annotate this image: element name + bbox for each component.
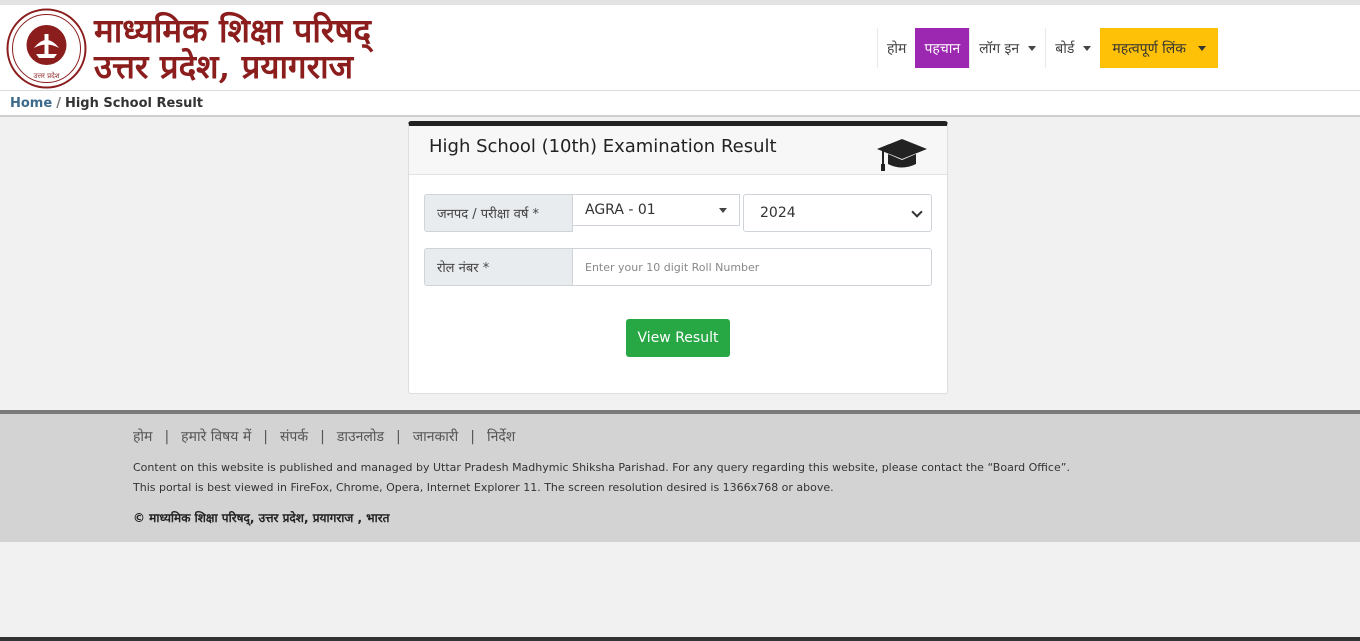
view-result-button[interactable]: View Result: [626, 319, 730, 357]
brand-title-line1: माध्यमिक शिक्षा परिषद्: [94, 11, 372, 50]
breadcrumb-separator: /: [56, 96, 61, 111]
footer-link-about[interactable]: हमारे विषय में: [181, 429, 251, 445]
caret-down-icon: [1198, 46, 1207, 51]
chevron-down-icon: [911, 206, 923, 218]
year-select-value: 2024: [760, 205, 796, 221]
site-footer: होम | हमारे विषय में | संपर्क | डाउनलोड | जानकार…: [0, 410, 1360, 542]
brand-title: माध्यमिक शिक्षा परिषद् उत्तर प्रदेश, प्र…: [94, 13, 371, 85]
roll-number-label: रोल नंबर *: [424, 248, 573, 286]
breadcrumb-home-link[interactable]: Home: [10, 96, 52, 111]
site-header: उत्तर प्रदेश माध्यमिक शिक्षा परिषद् उत्त…: [0, 5, 1360, 90]
year-select[interactable]: 2024: [743, 194, 932, 232]
district-year-row: जनपद / परीक्षा वर्ष * AGRA - 01 2024: [424, 194, 932, 232]
district-select[interactable]: AGRA - 01: [573, 194, 740, 226]
footer-link-instructions[interactable]: निर्देश: [487, 429, 515, 445]
caret-down-icon: [1083, 46, 1092, 51]
footer-copyright: © माध्यमिक शिक्षा परिषद्, उत्तर प्रदेश, …: [133, 511, 390, 525]
breadcrumb-bar: Home / High School Result: [0, 90, 1360, 117]
district-select-value: AGRA - 01: [585, 202, 656, 218]
footer-link-info[interactable]: जानकारी: [413, 429, 459, 445]
caret-down-icon: [719, 208, 727, 213]
roll-number-row: रोल नंबर * Enter your 10 digit Roll Numb…: [424, 248, 932, 286]
result-form-card: High School (10th) Examination Result जन…: [408, 121, 948, 394]
nav-home[interactable]: होम: [877, 28, 915, 68]
footer-disclaimer: Content on this website is published and…: [133, 461, 1070, 474]
nav-pehchan[interactable]: पहचान: [915, 28, 970, 68]
bottom-border: [0, 637, 1360, 641]
card-title: High School (10th) Examination Result: [429, 136, 777, 157]
roll-number-input[interactable]: Enter your 10 digit Roll Number: [573, 248, 932, 286]
graduation-cap-icon: [877, 139, 927, 171]
footer-link-contact[interactable]: संपर्क: [280, 429, 308, 445]
nav-login[interactable]: लॉग इन: [969, 28, 1045, 68]
breadcrumb: Home / High School Result: [10, 96, 203, 111]
district-year-label: जनपद / परीक्षा वर्ष *: [424, 194, 573, 232]
nav-important-links[interactable]: महत्वपूर्ण लिंक: [1100, 28, 1219, 68]
breadcrumb-current: High School Result: [64, 96, 204, 111]
footer-browser-note: This portal is best viewed in FireFox, C…: [133, 481, 834, 494]
upmsp-logo-icon[interactable]: उत्तर प्रदेश: [6, 8, 87, 89]
card-header: High School (10th) Examination Result: [409, 126, 947, 175]
caret-down-icon: [1028, 46, 1037, 51]
logo-text: उत्तर प्रदेश: [33, 71, 59, 80]
brand-title-line2: उत्तर प्रदेश, प्रयागराज: [94, 47, 354, 86]
footer-link-download[interactable]: डाउनलोड: [337, 429, 384, 445]
main-nav: होम पहचान लॉग इन बोर्ड महत्वपूर्ण लिंक: [877, 28, 1219, 68]
footer-link-home[interactable]: होम: [133, 429, 152, 445]
footer-links: होम | हमारे विषय में | संपर्क | डाउनलोड | जानकार…: [133, 429, 516, 445]
nav-board[interactable]: बोर्ड: [1045, 28, 1100, 68]
